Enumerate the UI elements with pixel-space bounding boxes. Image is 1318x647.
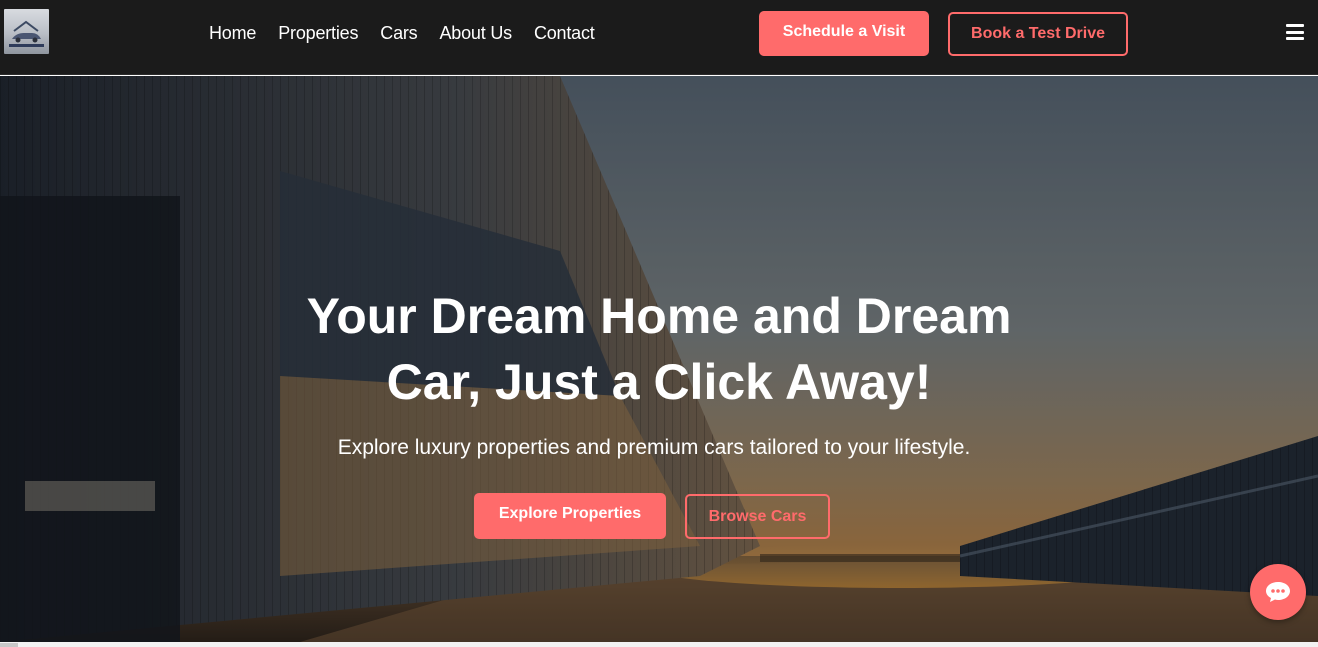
- nav-link-contact[interactable]: Contact: [534, 22, 595, 44]
- nav-link-about[interactable]: About Us: [439, 22, 512, 44]
- main-nav: Home Properties Cars About Us Contact: [209, 22, 595, 44]
- nav-link-cars[interactable]: Cars: [380, 22, 417, 44]
- menu-bar: [1286, 30, 1304, 34]
- scrollbar-thumb[interactable]: [0, 643, 18, 647]
- hero-title-line: Car, Just a Click Away!: [386, 354, 932, 410]
- chat-glyph: [1266, 582, 1290, 602]
- chat-bubble-icon[interactable]: [1250, 564, 1306, 620]
- nav-link-properties[interactable]: Properties: [278, 22, 358, 44]
- hero-title-line: Your Dream Home and Dream: [306, 288, 1012, 344]
- site-header: Home Properties Cars About Us Contact Sc…: [0, 0, 1318, 75]
- menu-bar: [1286, 37, 1304, 40]
- logo-icon[interactable]: [4, 9, 49, 54]
- schedule-visit-button[interactable]: Schedule a Visit: [759, 11, 929, 56]
- explore-properties-button[interactable]: Explore Properties: [474, 493, 666, 539]
- nav-link-home[interactable]: Home: [209, 22, 256, 44]
- hero-section: Your Dream Home and Dream Car, Just a Cl…: [0, 76, 1318, 642]
- browse-cars-button[interactable]: Browse Cars: [685, 494, 830, 539]
- hero-subtitle: Explore luxury properties and premium ca…: [337, 436, 971, 459]
- horizontal-scrollbar[interactable]: [0, 642, 1318, 647]
- hero-title: Your Dream Home and Dream Car, Just a Cl…: [0, 283, 1318, 415]
- book-test-drive-button[interactable]: Book a Test Drive: [948, 12, 1128, 56]
- menu-bar: [1286, 24, 1304, 27]
- hamburger-menu-icon[interactable]: [1286, 24, 1304, 40]
